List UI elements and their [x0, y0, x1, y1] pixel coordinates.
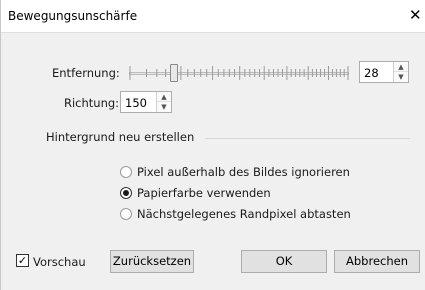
direction-spin-buttons: ▲ ▼ [156, 92, 171, 112]
preview-label: Vorschau [33, 255, 86, 269]
radio-button[interactable] [120, 187, 132, 199]
spin-down-icon[interactable]: ▼ [394, 72, 408, 82]
spin-down-icon[interactable]: ▼ [157, 102, 171, 112]
direction-label: Richtung: [64, 96, 120, 110]
distance-value[interactable]: 28 [364, 66, 379, 80]
radio-button[interactable] [120, 166, 132, 178]
radio-label: Nächstgelegenes Randpixel abtasten [137, 207, 351, 221]
distance-slider[interactable] [126, 62, 352, 84]
direction-value[interactable]: 150 [125, 96, 147, 110]
radio-label: Papierfarbe verwenden [137, 186, 271, 200]
reset-button[interactable]: Zurücksetzen [110, 250, 194, 273]
spin-up-icon[interactable]: ▲ [157, 92, 171, 102]
dialog-frame [0, 0, 425, 290]
distance-spin-buttons: ▲ ▼ [393, 62, 408, 82]
close-icon[interactable]: ✕ [409, 4, 425, 26]
distance-spinbox[interactable]: 28 ▲ ▼ [359, 61, 409, 83]
background-group-label: Hintergrund neu erstellen [46, 130, 195, 144]
radio-label: Pixel außerhalb des Bildes ignorieren [137, 165, 350, 179]
cancel-button[interactable]: Abbrechen [334, 250, 420, 273]
spin-up-icon[interactable]: ▲ [394, 62, 408, 72]
preview-checkbox[interactable]: ✓ [16, 254, 29, 267]
ok-button[interactable]: OK [241, 250, 327, 273]
slider-ticks [129, 66, 349, 80]
radio-button[interactable] [120, 208, 132, 220]
window-title: Bewegungsunschärfe [8, 9, 138, 23]
group-divider [205, 138, 410, 139]
direction-spinbox[interactable]: 150 ▲ ▼ [120, 91, 172, 113]
title-bar: Bewegungsunschärfe ✕ [0, 0, 425, 33]
distance-label: Entfernung: [52, 66, 120, 80]
slider-thumb[interactable] [169, 64, 178, 82]
